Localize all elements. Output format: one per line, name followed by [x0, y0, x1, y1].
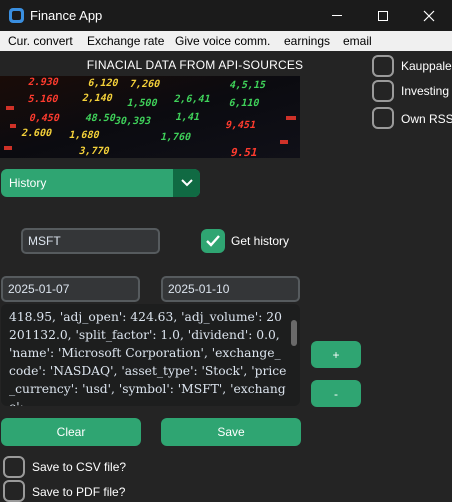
increase-button[interactable]: +: [311, 341, 361, 368]
stock-ticker-image: 2.930 6,120 5.160 2,140 0,450 2.600 1,68…: [0, 76, 300, 158]
svg-text:1,680: 1,680: [68, 130, 101, 141]
save-csv-checkbox[interactable]: [3, 456, 25, 478]
window-title: Finance App: [30, 8, 103, 23]
svg-text:9.51: 9.51: [229, 146, 259, 158]
svg-text:6,120: 6,120: [87, 78, 120, 89]
svg-text:2.930: 2.930: [27, 77, 60, 88]
menu-email[interactable]: email: [343, 34, 372, 48]
symbol-input[interactable]: [21, 228, 160, 254]
app-icon: [9, 8, 24, 23]
save-pdf-label: Save to PDF file?: [32, 485, 126, 499]
svg-text:6,110: 6,110: [228, 98, 261, 109]
own-rss-checkbox[interactable]: [372, 107, 394, 129]
maximize-button[interactable]: [360, 0, 406, 31]
mode-dropdown[interactable]: History: [1, 169, 200, 197]
svg-text:1,500: 1,500: [126, 98, 159, 109]
svg-text:4,5,15: 4,5,15: [228, 80, 267, 91]
dropdown-toggle-button[interactable]: [173, 169, 200, 197]
menu-currency-convert[interactable]: Cur. convert: [8, 34, 73, 48]
maximize-icon: [378, 10, 388, 21]
svg-text:48.50: 48.50: [84, 113, 117, 124]
svg-text:30,393: 30,393: [113, 116, 152, 127]
svg-text:2.600: 2.600: [20, 128, 53, 139]
kauppalehti-checkbox[interactable]: [372, 55, 394, 77]
menu-voice-command[interactable]: Give voice comm.: [175, 34, 270, 48]
svg-text:1,760: 1,760: [159, 132, 192, 143]
svg-text:9,451: 9,451: [224, 120, 257, 131]
svg-text:7,260: 7,260: [129, 79, 162, 90]
get-history-checkbox[interactable]: [201, 229, 225, 253]
investing-label: Investing: [401, 84, 450, 98]
output-scrollbar[interactable]: [291, 320, 297, 346]
save-button[interactable]: Save: [161, 418, 301, 446]
minimize-button[interactable]: [314, 0, 360, 31]
mode-dropdown-value: History: [9, 176, 47, 190]
svg-text:5.160: 5.160: [27, 94, 60, 105]
title-bar: Finance App: [0, 0, 452, 31]
chevron-down-icon: [180, 179, 193, 187]
ticker-board-graphic: 2.930 6,120 5.160 2,140 0,450 2.600 1,68…: [0, 76, 300, 158]
clear-button[interactable]: Clear: [1, 418, 141, 446]
svg-text:2,6,41: 2,6,41: [173, 94, 212, 105]
close-icon: [423, 10, 435, 21]
kauppalehti-label: Kauppalehti: [401, 59, 452, 73]
page-title: FINACIAL DATA FROM API-SOURCES: [86, 58, 304, 72]
checkmark-icon: [206, 235, 220, 247]
svg-text:2,140: 2,140: [81, 93, 114, 104]
own-rss-label: Own RSS: [401, 112, 452, 126]
menu-earnings[interactable]: earnings: [284, 34, 330, 48]
minimize-icon: [332, 15, 342, 16]
end-date-input[interactable]: [161, 276, 300, 302]
save-csv-label: Save to CSV file?: [32, 460, 127, 474]
start-date-input[interactable]: [1, 276, 140, 302]
menu-exchange-rate[interactable]: Exchange rate: [87, 34, 164, 48]
save-pdf-checkbox[interactable]: [3, 480, 25, 502]
svg-text:1,41: 1,41: [174, 112, 201, 123]
svg-text:0,450: 0,450: [28, 113, 61, 124]
output-text: 418.95, 'adj_open': 424.63, 'adj_volume'…: [9, 310, 287, 406]
output-textbox[interactable]: 418.95, 'adj_open': 424.63, 'adj_volume'…: [1, 304, 300, 406]
investing-checkbox[interactable]: [372, 80, 394, 102]
get-history-label: Get history: [231, 234, 290, 248]
svg-text:3,770: 3,770: [78, 146, 111, 157]
decrease-button[interactable]: -: [311, 380, 361, 407]
close-button[interactable]: [406, 0, 452, 31]
menu-bar: Cur. convert Exchange rate Give voice co…: [0, 31, 452, 51]
